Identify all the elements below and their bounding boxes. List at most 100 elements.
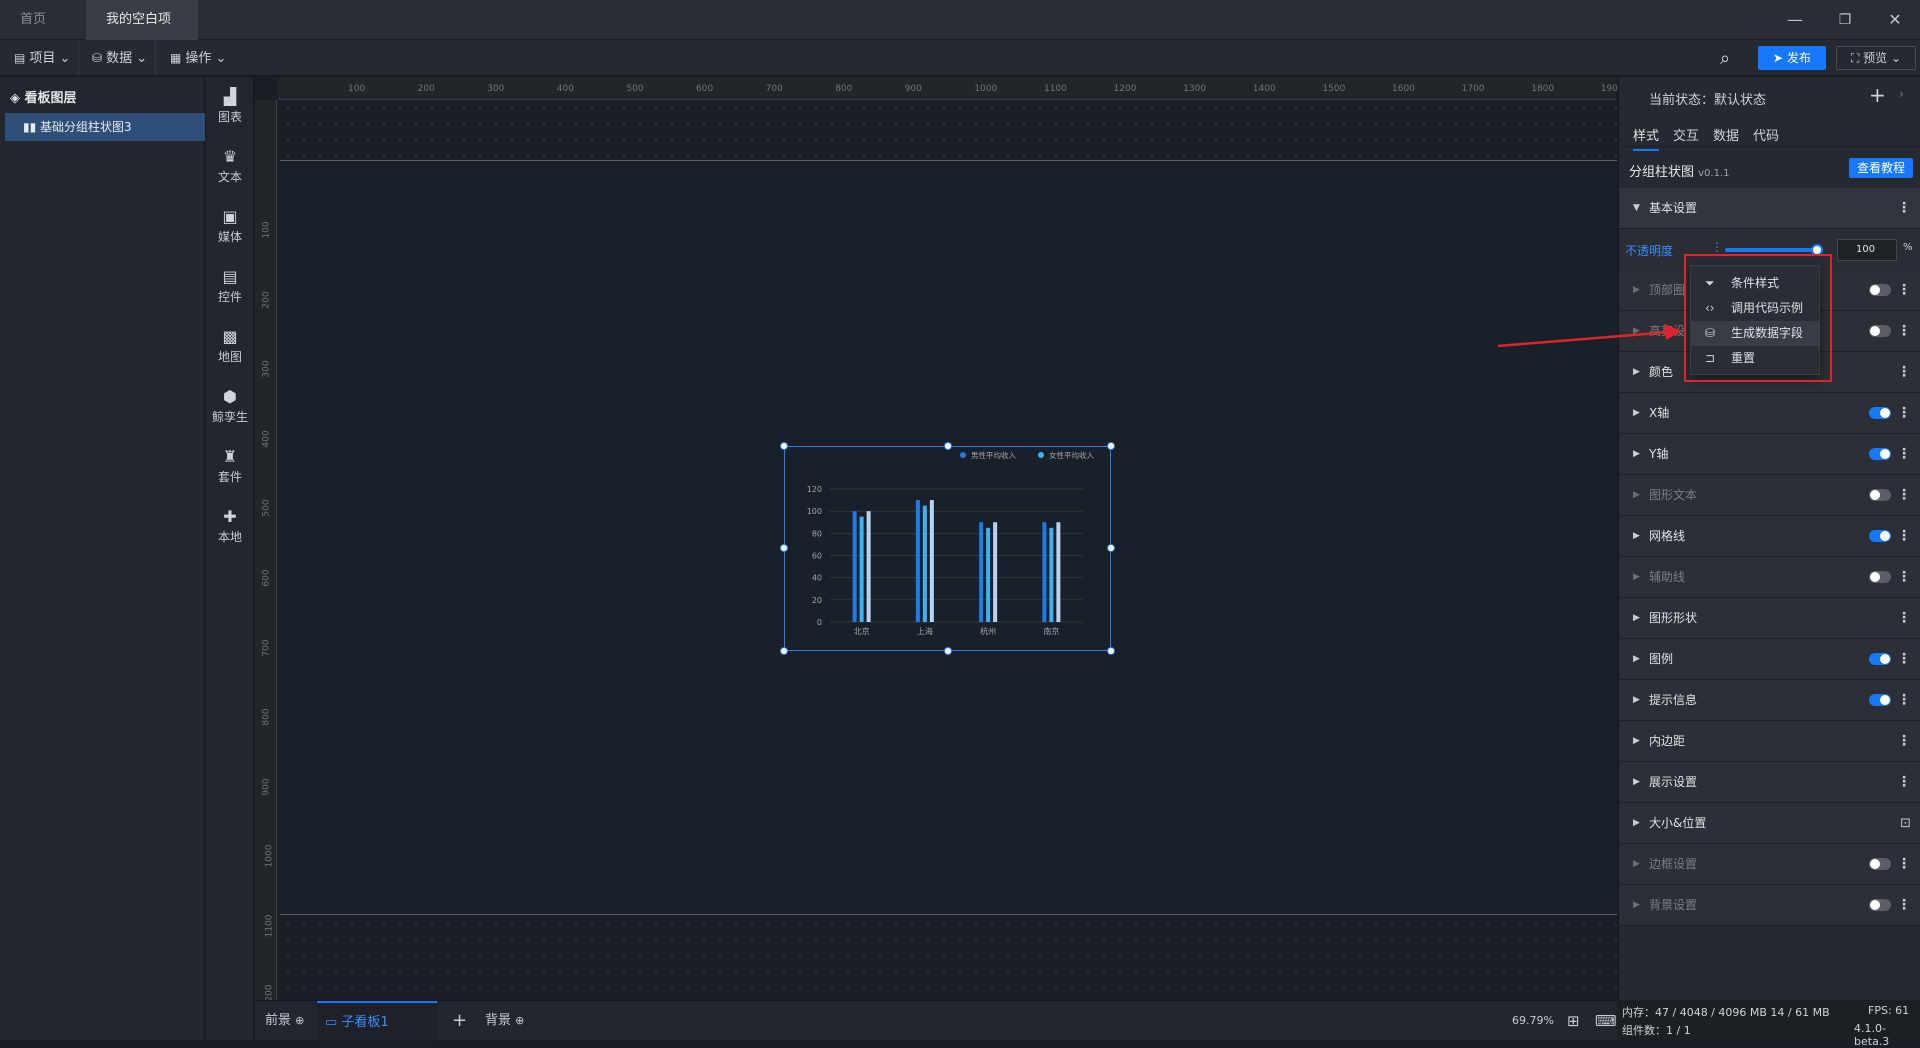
more-icon[interactable]: ⋮ bbox=[1897, 639, 1911, 680]
tool-twin[interactable]: ⬢ 鲸孪生 bbox=[206, 387, 254, 425]
background-tab[interactable]: 背景 ⊕ bbox=[485, 1001, 524, 1041]
more-icon[interactable]: ⋮ bbox=[1897, 516, 1911, 557]
section-3[interactable]: ▶ X轴 ⋮ bbox=[1619, 393, 1920, 434]
tab-interaction[interactable]: 交互 bbox=[1673, 125, 1699, 144]
add-circle-icon[interactable]: ⊕ bbox=[295, 1014, 304, 1027]
keyboard-icon[interactable]: ⌨ bbox=[1595, 1001, 1617, 1041]
more-icon[interactable]: ⋮ bbox=[1897, 434, 1911, 475]
ruler-top-label: 600 bbox=[696, 84, 714, 94]
data-menu[interactable]: ⛁ 数据 ⌄ bbox=[84, 40, 157, 76]
lock-icon[interactable]: ⊡ bbox=[1900, 803, 1911, 844]
search-icon[interactable]: ⌕ bbox=[1720, 48, 1730, 69]
tool-map[interactable]: ▩ 地图 bbox=[206, 327, 254, 365]
tab-style[interactable]: 样式 bbox=[1633, 125, 1660, 151]
more-icon[interactable]: ⋮ bbox=[1897, 762, 1911, 803]
caret-right-icon: ▶ bbox=[1633, 900, 1640, 910]
restore-icon[interactable]: ❐ bbox=[1820, 0, 1870, 40]
ops-menu[interactable]: ▦ 操作 ⌄ bbox=[162, 40, 234, 76]
zoom-level[interactable]: 69.79% bbox=[1512, 1001, 1554, 1041]
tab-home-label: 首页 bbox=[20, 12, 47, 27]
add-circle-icon[interactable]: ⊕ bbox=[515, 1014, 524, 1027]
add-state-icon[interactable]: + bbox=[1869, 83, 1886, 107]
more-icon[interactable]: ⋮ bbox=[1897, 557, 1911, 598]
publish-button[interactable]: ➤ 发布 bbox=[1758, 46, 1826, 70]
section-toggle[interactable] bbox=[1869, 489, 1891, 501]
resize-handle[interactable] bbox=[944, 647, 952, 655]
more-icon[interactable]: ⋮ bbox=[1897, 680, 1911, 721]
tool-media[interactable]: ▣ 媒体 bbox=[206, 207, 254, 245]
section-toggle[interactable] bbox=[1869, 530, 1891, 542]
board-tab[interactable]: ▭ 子看板1 bbox=[317, 1001, 437, 1041]
more-icon[interactable]: ⋮ bbox=[1897, 885, 1911, 926]
section-8[interactable]: ▶ 图形形状 ⋮ bbox=[1619, 598, 1920, 639]
resize-handle[interactable] bbox=[944, 442, 952, 450]
section-toggle[interactable] bbox=[1869, 571, 1891, 583]
section-basic[interactable]: ▼ 基本设置 ⋮ bbox=[1619, 188, 1920, 229]
component-title: 分组柱状图 v0.1.1 bbox=[1629, 161, 1730, 180]
section-11[interactable]: ▶ 内边距 ⋮ bbox=[1619, 721, 1920, 762]
tool-text[interactable]: ♛ 文本 bbox=[206, 147, 254, 185]
more-icon[interactable]: ⋮ bbox=[1897, 475, 1911, 516]
section-toggle[interactable] bbox=[1869, 284, 1891, 296]
tutorial-button[interactable]: 查看教程 bbox=[1849, 158, 1913, 178]
section-toggle[interactable] bbox=[1869, 325, 1891, 337]
more-icon[interactable]: ⋮ bbox=[1897, 352, 1911, 393]
board-tab-label: 子看板1 bbox=[341, 1015, 389, 1030]
chevron-right-icon[interactable]: › bbox=[1899, 87, 1904, 101]
section-9[interactable]: ▶ 图例 ⋮ bbox=[1619, 639, 1920, 680]
monitor-icon: ▭ bbox=[325, 1015, 342, 1030]
section-12[interactable]: ▶ 展示设置 ⋮ bbox=[1619, 762, 1920, 803]
opacity-slider-track[interactable] bbox=[1725, 248, 1817, 252]
tab-code[interactable]: 代码 bbox=[1753, 125, 1779, 144]
more-icon[interactable]: ⋮ bbox=[1897, 721, 1911, 762]
opacity-unit: % bbox=[1903, 242, 1913, 253]
tool-chart[interactable]: ▟ 图表 bbox=[206, 87, 254, 125]
fit-screen-icon[interactable]: ⊞ bbox=[1567, 1001, 1580, 1041]
resize-handle[interactable] bbox=[1107, 544, 1115, 552]
section-toggle[interactable] bbox=[1869, 858, 1891, 870]
section-15[interactable]: ▶ 背景设置 ⋮ bbox=[1619, 885, 1920, 926]
tab-home[interactable]: 首页 bbox=[0, 0, 85, 40]
add-board-icon[interactable]: + bbox=[452, 1001, 467, 1041]
tab-data[interactable]: 数据 bbox=[1713, 125, 1739, 144]
resize-handle[interactable] bbox=[1107, 647, 1115, 655]
resize-handle[interactable] bbox=[780, 544, 788, 552]
layer-item[interactable]: ▮▮ 基础分组柱状图3 bbox=[5, 113, 205, 141]
more-icon[interactable]: ⋮ bbox=[1897, 844, 1911, 885]
section-14[interactable]: ▶ 边框设置 ⋮ bbox=[1619, 844, 1920, 885]
section-10[interactable]: ▶ 提示信息 ⋮ bbox=[1619, 680, 1920, 721]
resize-handle[interactable] bbox=[1107, 442, 1115, 450]
minimize-icon[interactable]: — bbox=[1770, 0, 1820, 40]
section-toggle[interactable] bbox=[1869, 694, 1891, 706]
tab-project[interactable]: 我的空白项目 bbox=[86, 0, 198, 67]
section-toggle[interactable] bbox=[1869, 899, 1891, 911]
tool-local[interactable]: ✚ 本地 bbox=[206, 507, 254, 545]
section-7[interactable]: ▶ 辅助线 ⋮ bbox=[1619, 557, 1920, 598]
section-13[interactable]: ▶ 大小&位置 ⊡ bbox=[1619, 803, 1920, 844]
more-icon[interactable]: ⋮ bbox=[1897, 311, 1911, 352]
file-icon: ▤ bbox=[14, 51, 26, 65]
opacity-input[interactable]: 100 bbox=[1837, 239, 1897, 261]
chart-component[interactable]: 0 20 40 60 80 100 120 北京 上海 杭州 南京 男性平均收入 女性平均收入 bbox=[784, 446, 1111, 651]
more-icon[interactable]: ⋮ bbox=[1897, 598, 1911, 639]
tool-suite[interactable]: ♜ 套件 bbox=[206, 447, 254, 485]
more-icon[interactable]: ⋮ bbox=[1897, 393, 1911, 434]
more-icon[interactable]: ⋮ bbox=[1897, 270, 1911, 311]
close-icon[interactable]: ✕ bbox=[1870, 0, 1920, 40]
section-toggle[interactable] bbox=[1869, 448, 1891, 460]
preview-button[interactable]: ⛶ 预览 ⌄ bbox=[1836, 46, 1916, 70]
resize-handle[interactable] bbox=[780, 442, 788, 450]
section-toggle[interactable] bbox=[1869, 653, 1891, 665]
section-5[interactable]: ▶ 图形文本 ⋮ bbox=[1619, 475, 1920, 516]
tool-control[interactable]: ▤ 控件 bbox=[206, 267, 254, 305]
more-icon[interactable]: ⋮ bbox=[1897, 188, 1911, 229]
project-menu[interactable]: ▤ 项目 ⌄ bbox=[6, 40, 80, 76]
section-label: 提示信息 bbox=[1649, 693, 1698, 707]
section-toggle[interactable] bbox=[1869, 407, 1891, 419]
caret-right-icon: ▶ bbox=[1633, 654, 1640, 664]
field-menu-icon[interactable]: ⋮ bbox=[1711, 240, 1723, 254]
section-6[interactable]: ▶ 网格线 ⋮ bbox=[1619, 516, 1920, 557]
section-4[interactable]: ▶ Y轴 ⋮ bbox=[1619, 434, 1920, 475]
foreground-tab[interactable]: 前景 ⊕ bbox=[265, 1001, 304, 1041]
resize-handle[interactable] bbox=[780, 647, 788, 655]
